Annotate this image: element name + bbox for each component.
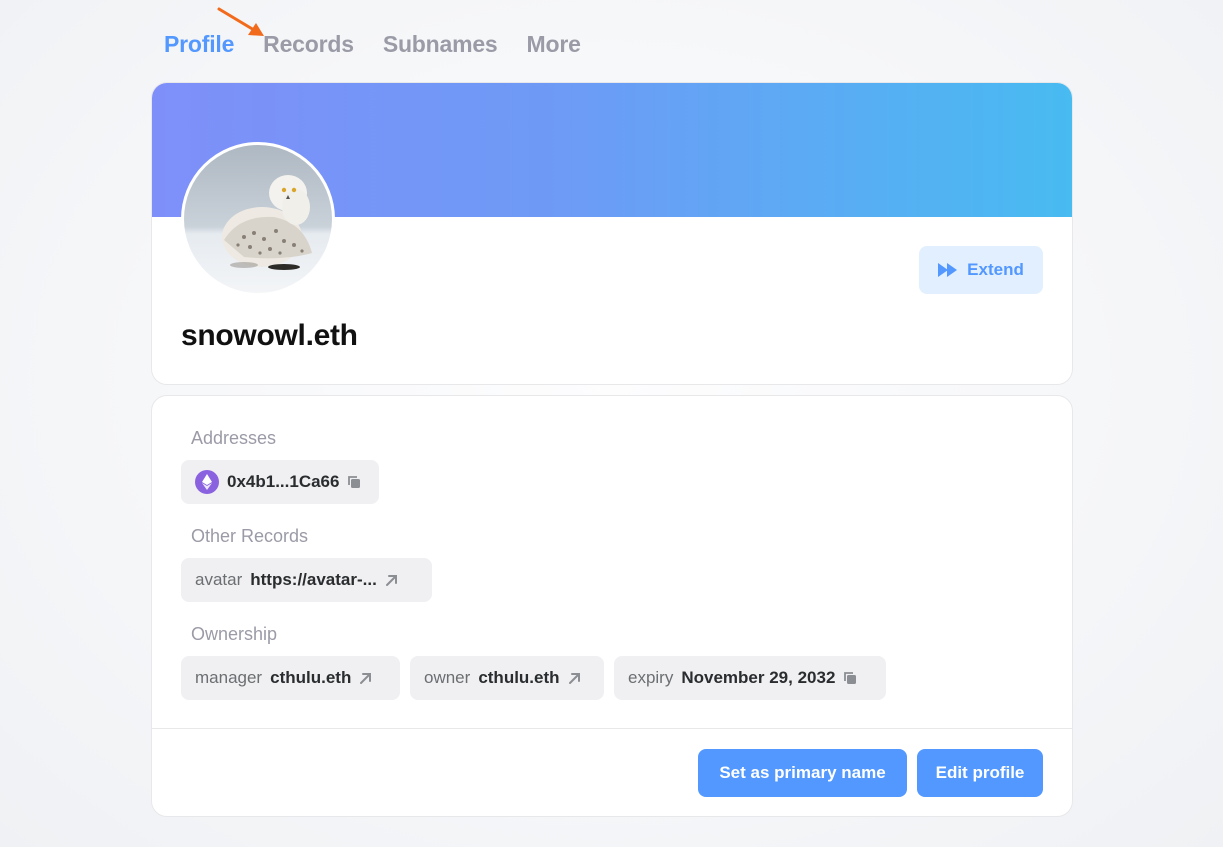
fast-forward-icon [938,263,958,277]
copy-icon[interactable] [347,475,361,489]
ethereum-icon [195,470,219,494]
extend-button[interactable]: Extend [919,246,1043,294]
tab-records[interactable]: Records [263,31,354,58]
eth-address-value: 0x4b1...1Ca66 [227,472,340,491]
manager-pill[interactable]: manager cthulu.eth [181,656,400,700]
expiry-pill[interactable]: expiry November 29, 2032 [614,656,886,700]
profile-card: Extend snowowl.eth [151,82,1073,385]
expiry-value: November 29, 2032 [681,668,836,687]
external-link-icon [385,575,397,586]
set-primary-name-button[interactable]: Set as primary name [698,749,907,797]
manager-key: manager [195,668,263,687]
eth-address-pill[interactable]: 0x4b1...1Ca66 [181,460,379,504]
other-records-label: Other Records [191,526,309,546]
copy-icon[interactable] [843,671,857,685]
edit-profile-button[interactable]: Edit profile [917,749,1043,797]
avatar-record-pill[interactable]: avatar https://avatar-... [181,558,432,602]
annotation-arrow-icon [217,7,264,36]
tab-subnames[interactable]: Subnames [383,31,498,58]
records-card: Addresses 0x4b1...1Ca66 Other Records av… [151,395,1073,817]
extend-button-label: Extend [967,260,1024,279]
record-key: avatar [195,570,243,589]
owner-value: cthulu.eth [478,668,560,687]
external-link-icon [360,673,372,684]
record-value: https://avatar-... [250,570,377,589]
manager-value: cthulu.eth [270,668,352,687]
owner-pill[interactable]: owner cthulu.eth [410,656,604,700]
expiry-key: expiry [628,668,674,687]
owner-key: owner [424,668,471,687]
addresses-label: Addresses [191,428,277,448]
ownership-label: Ownership [191,624,278,644]
card-divider [152,728,1072,729]
avatar [181,142,335,296]
profile-name: snowowl.eth [181,319,358,352]
snowy-owl-avatar-image [184,145,332,293]
external-link-icon [568,673,580,684]
tab-more[interactable]: More [527,31,581,58]
